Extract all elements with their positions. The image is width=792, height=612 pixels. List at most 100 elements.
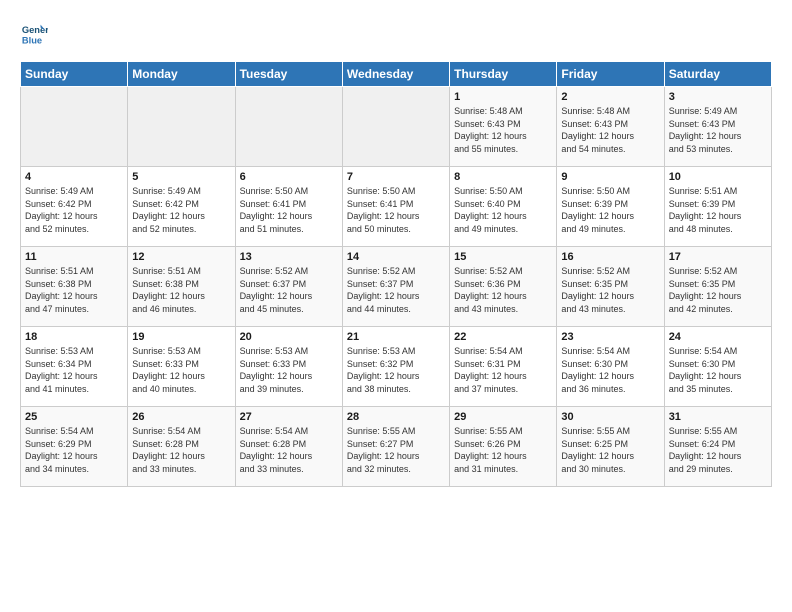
day-detail: Sunrise: 5:54 AM Sunset: 6:28 PM Dayligh… (132, 425, 230, 475)
calendar-cell: 30 Sunrise: 5:55 AM Sunset: 6:25 PM Dayli… (557, 407, 664, 487)
day-detail: Sunrise: 5:54 AM Sunset: 6:30 PM Dayligh… (561, 345, 659, 395)
day-number: 27 (240, 411, 338, 423)
day-number: 30 (561, 411, 659, 423)
calendar-cell: 5Sunrise: 5:49 AM Sunset: 6:42 PM Daylig… (128, 167, 235, 247)
day-number: 20 (240, 331, 338, 343)
weekday-header-tuesday: Tuesday (235, 62, 342, 87)
calendar-cell: 23 Sunrise: 5:54 AM Sunset: 6:30 PM Dayli… (557, 327, 664, 407)
calendar-cell: 31 Sunrise: 5:55 AM Sunset: 6:24 PM Dayli… (664, 407, 771, 487)
calendar-table: SundayMondayTuesdayWednesdayThursdayFrid… (20, 61, 772, 487)
day-number: 26 (132, 411, 230, 423)
weekday-header-friday: Friday (557, 62, 664, 87)
day-number: 1 (454, 91, 552, 103)
day-number: 8 (454, 171, 552, 183)
day-detail: Sunrise: 5:55 AM Sunset: 6:26 PM Dayligh… (454, 425, 552, 475)
day-detail: Sunrise: 5:55 AM Sunset: 6:25 PM Dayligh… (561, 425, 659, 475)
calendar-cell: 3Sunrise: 5:49 AM Sunset: 6:43 PM Daylig… (664, 87, 771, 167)
day-number: 15 (454, 251, 552, 263)
calendar-week-row: 11 Sunrise: 5:51 AM Sunset: 6:38 PM Dayli… (21, 247, 772, 327)
day-number: 14 (347, 251, 445, 263)
weekday-header-row: SundayMondayTuesdayWednesdayThursdayFrid… (21, 62, 772, 87)
day-number: 22 (454, 331, 552, 343)
calendar-cell: 4 Sunrise: 5:49 AM Sunset: 6:42 PM Daylig… (21, 167, 128, 247)
calendar-cell: 19Sunrise: 5:53 AM Sunset: 6:33 PM Dayli… (128, 327, 235, 407)
calendar-cell: 25 Sunrise: 5:54 AM Sunset: 6:29 PM Dayli… (21, 407, 128, 487)
calendar-cell: 28 Sunrise: 5:55 AM Sunset: 6:27 PM Dayli… (342, 407, 449, 487)
day-detail: Sunrise: 5:51 AM Sunset: 6:38 PM Dayligh… (132, 265, 230, 315)
day-number: 25 (25, 411, 123, 423)
calendar-cell (342, 87, 449, 167)
day-detail: Sunrise: 5:53 AM Sunset: 6:32 PM Dayligh… (347, 345, 445, 395)
calendar-cell: 12Sunrise: 5:51 AM Sunset: 6:38 PM Dayli… (128, 247, 235, 327)
day-number: 29 (454, 411, 552, 423)
calendar-cell: 17 Sunrise: 5:52 AM Sunset: 6:35 PM Dayli… (664, 247, 771, 327)
day-detail: Sunrise: 5:50 AM Sunset: 6:41 PM Dayligh… (240, 185, 338, 235)
calendar-cell: 9 Sunrise: 5:50 AM Sunset: 6:39 PM Daylig… (557, 167, 664, 247)
calendar-week-row: 25 Sunrise: 5:54 AM Sunset: 6:29 PM Dayli… (21, 407, 772, 487)
calendar-cell: 20 Sunrise: 5:53 AM Sunset: 6:33 PM Dayli… (235, 327, 342, 407)
calendar-cell: 14Sunrise: 5:52 AM Sunset: 6:37 PM Dayli… (342, 247, 449, 327)
day-number: 13 (240, 251, 338, 263)
day-number: 4 (25, 171, 123, 183)
calendar-cell: 24 Sunrise: 5:54 AM Sunset: 6:30 PM Dayli… (664, 327, 771, 407)
calendar-cell: 26 Sunrise: 5:54 AM Sunset: 6:28 PM Dayli… (128, 407, 235, 487)
day-number: 18 (25, 331, 123, 343)
calendar-cell: 22 Sunrise: 5:54 AM Sunset: 6:31 PM Dayli… (450, 327, 557, 407)
calendar-cell: 8 Sunrise: 5:50 AM Sunset: 6:40 PM Daylig… (450, 167, 557, 247)
day-detail: Sunrise: 5:52 AM Sunset: 6:37 PM Dayligh… (240, 265, 338, 315)
day-detail: Sunrise: 5:48 AM Sunset: 6:43 PM Dayligh… (454, 105, 552, 155)
day-detail: Sunrise: 5:54 AM Sunset: 6:30 PM Dayligh… (669, 345, 767, 395)
day-number: 23 (561, 331, 659, 343)
day-number: 24 (669, 331, 767, 343)
calendar-cell: 29 Sunrise: 5:55 AM Sunset: 6:26 PM Dayli… (450, 407, 557, 487)
day-number: 5 (132, 171, 230, 183)
calendar-cell: 18 Sunrise: 5:53 AM Sunset: 6:34 PM Dayli… (21, 327, 128, 407)
day-number: 2 (561, 91, 659, 103)
day-detail: Sunrise: 5:51 AM Sunset: 6:38 PM Dayligh… (25, 265, 123, 315)
day-detail: Sunrise: 5:55 AM Sunset: 6:24 PM Dayligh… (669, 425, 767, 475)
day-detail: Sunrise: 5:53 AM Sunset: 6:34 PM Dayligh… (25, 345, 123, 395)
day-detail: Sunrise: 5:55 AM Sunset: 6:27 PM Dayligh… (347, 425, 445, 475)
day-detail: Sunrise: 5:50 AM Sunset: 6:41 PM Dayligh… (347, 185, 445, 235)
day-detail: Sunrise: 5:54 AM Sunset: 6:28 PM Dayligh… (240, 425, 338, 475)
day-number: 7 (347, 171, 445, 183)
calendar-week-row: 1 Sunrise: 5:48 AM Sunset: 6:43 PM Daylig… (21, 87, 772, 167)
weekday-header-monday: Monday (128, 62, 235, 87)
calendar-cell (21, 87, 128, 167)
day-number: 11 (25, 251, 123, 263)
day-number: 6 (240, 171, 338, 183)
day-number: 17 (669, 251, 767, 263)
calendar-cell: 13 Sunrise: 5:52 AM Sunset: 6:37 PM Dayli… (235, 247, 342, 327)
day-detail: Sunrise: 5:49 AM Sunset: 6:42 PM Dayligh… (25, 185, 123, 235)
day-detail: Sunrise: 5:50 AM Sunset: 6:39 PM Dayligh… (561, 185, 659, 235)
calendar-cell: 6 Sunrise: 5:50 AM Sunset: 6:41 PM Daylig… (235, 167, 342, 247)
day-detail: Sunrise: 5:50 AM Sunset: 6:40 PM Dayligh… (454, 185, 552, 235)
day-detail: Sunrise: 5:54 AM Sunset: 6:31 PM Dayligh… (454, 345, 552, 395)
calendar-cell: 1 Sunrise: 5:48 AM Sunset: 6:43 PM Daylig… (450, 87, 557, 167)
day-number: 31 (669, 411, 767, 423)
weekday-header-saturday: Saturday (664, 62, 771, 87)
day-detail: Sunrise: 5:52 AM Sunset: 6:35 PM Dayligh… (561, 265, 659, 315)
day-detail: Sunrise: 5:54 AM Sunset: 6:29 PM Dayligh… (25, 425, 123, 475)
weekday-header-thursday: Thursday (450, 62, 557, 87)
weekday-header-sunday: Sunday (21, 62, 128, 87)
page-header: General Blue (20, 20, 772, 53)
calendar-cell: 21Sunrise: 5:53 AM Sunset: 6:32 PM Dayli… (342, 327, 449, 407)
calendar-cell: 10 Sunrise: 5:51 AM Sunset: 6:39 PM Dayli… (664, 167, 771, 247)
day-number: 10 (669, 171, 767, 183)
calendar-cell: 7 Sunrise: 5:50 AM Sunset: 6:41 PM Daylig… (342, 167, 449, 247)
day-number: 9 (561, 171, 659, 183)
day-detail: Sunrise: 5:52 AM Sunset: 6:35 PM Dayligh… (669, 265, 767, 315)
day-detail: Sunrise: 5:51 AM Sunset: 6:39 PM Dayligh… (669, 185, 767, 235)
calendar-week-row: 4 Sunrise: 5:49 AM Sunset: 6:42 PM Daylig… (21, 167, 772, 247)
svg-text:Blue: Blue (22, 35, 42, 45)
calendar-cell (128, 87, 235, 167)
weekday-header-wednesday: Wednesday (342, 62, 449, 87)
day-detail: Sunrise: 5:48 AM Sunset: 6:43 PM Dayligh… (561, 105, 659, 155)
day-number: 28 (347, 411, 445, 423)
calendar-week-row: 18 Sunrise: 5:53 AM Sunset: 6:34 PM Dayli… (21, 327, 772, 407)
day-detail: Sunrise: 5:53 AM Sunset: 6:33 PM Dayligh… (240, 345, 338, 395)
calendar-cell: 16Sunrise: 5:52 AM Sunset: 6:35 PM Dayli… (557, 247, 664, 327)
calendar-cell: 27 Sunrise: 5:54 AM Sunset: 6:28 PM Dayli… (235, 407, 342, 487)
day-detail: Sunrise: 5:53 AM Sunset: 6:33 PM Dayligh… (132, 345, 230, 395)
